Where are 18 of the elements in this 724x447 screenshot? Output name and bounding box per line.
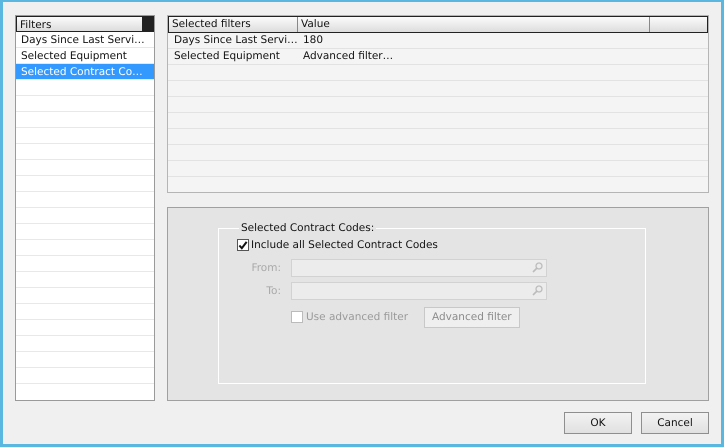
ok-button[interactable]: OK xyxy=(564,412,632,434)
search-icon xyxy=(532,285,543,296)
group-title: Selected Contract Codes: xyxy=(240,222,376,234)
field-label: From: xyxy=(250,262,281,274)
checkbox-label: Use advanced filter xyxy=(306,311,410,323)
table-cell-text: Advanced filter… xyxy=(302,49,394,64)
field-label: To: xyxy=(265,284,281,296)
search-icon xyxy=(532,262,543,273)
column-header[interactable]: Selected filters xyxy=(169,17,298,32)
table-cell-text: Days Since Last Servi… xyxy=(173,33,297,48)
table-cell-text: 180 xyxy=(302,33,324,48)
checkbox-label: Include all Selected Contract Codes xyxy=(251,239,438,251)
checkbox[interactable] xyxy=(237,239,249,251)
column-header[interactable]: Filters xyxy=(16,16,154,32)
column-header[interactable]: Value xyxy=(298,17,650,32)
filter-item[interactable]: Days Since Last Servi… xyxy=(16,32,154,48)
cancel-button[interactable]: Cancel xyxy=(641,412,709,434)
table-cell-text: Selected Equipment xyxy=(173,49,281,64)
